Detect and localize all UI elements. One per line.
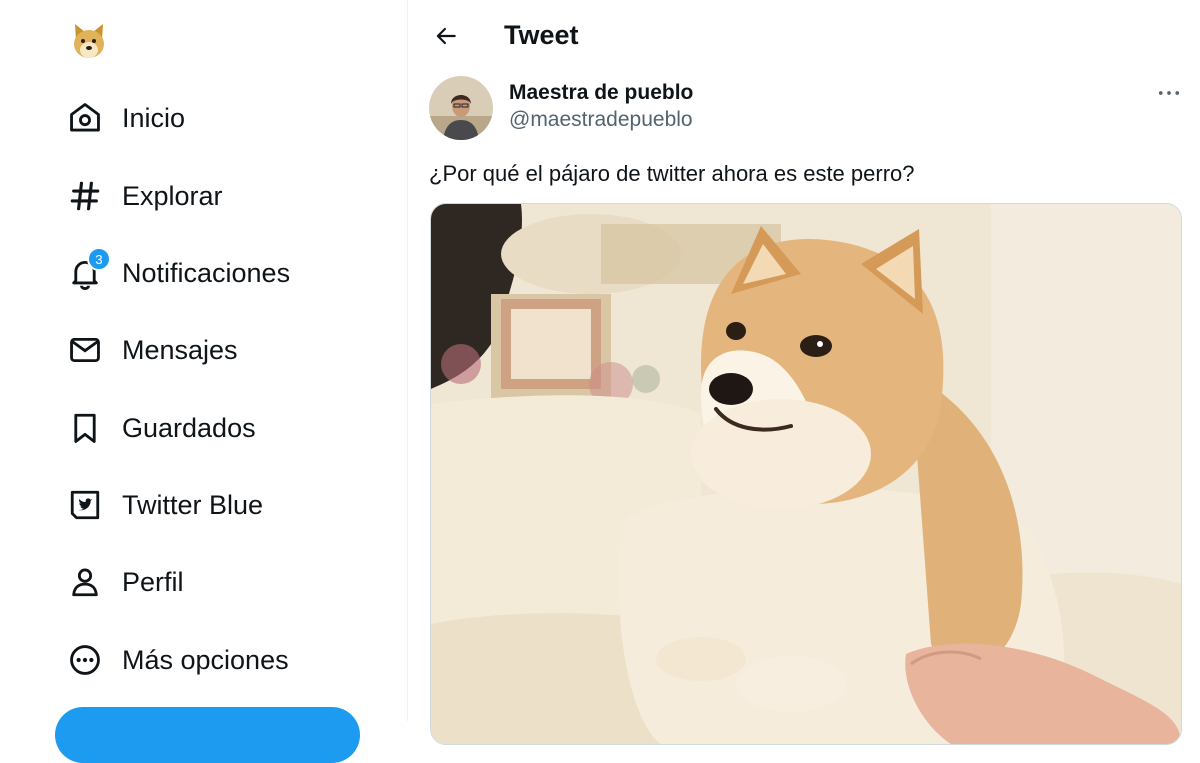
sidebar: Inicio Explorar 3 Notificaciones Mensaje… [0, 0, 407, 763]
author-handle[interactable]: @maestradepueblo [509, 108, 693, 132]
notification-badge: 3 [87, 247, 111, 271]
sidebar-item-label: Explorar [122, 180, 223, 211]
tweet-detail: Tweet Maestra de pueblo @maestradepueblo… [408, 0, 1200, 745]
sidebar-item-label: Inicio [122, 102, 186, 133]
sidebar-item-mas-opciones[interactable]: Más opciones [60, 632, 289, 688]
twitter-blue-icon [60, 485, 112, 525]
sidebar-item-label: Notificaciones [122, 257, 291, 288]
sidebar-item-mensajes[interactable]: Mensajes [60, 322, 238, 378]
shiba-inu-photo [431, 204, 1181, 744]
bell-icon: 3 [60, 247, 112, 293]
sidebar-item-twitter-blue[interactable]: Twitter Blue [60, 477, 263, 533]
sidebar-item-guardados[interactable]: Guardados [60, 400, 256, 456]
sidebar-item-label: Mensajes [122, 334, 238, 365]
avatar[interactable] [429, 76, 493, 140]
sidebar-item-label: Guardados [122, 412, 256, 443]
more-options-button[interactable] [1153, 78, 1185, 108]
sidebar-item-explorar[interactable]: Explorar [60, 168, 223, 224]
more-dots-icon [1158, 84, 1180, 102]
back-button[interactable] [426, 18, 466, 58]
page-title: Tweet [504, 20, 579, 50]
sidebar-item-label: Más opciones [122, 644, 289, 675]
home-icon [60, 98, 112, 138]
compose-tweet-button[interactable] [55, 707, 360, 763]
author-name[interactable]: Maestra de pueblo [509, 81, 693, 105]
envelope-icon [60, 330, 112, 370]
sidebar-item-notificaciones[interactable]: 3 Notificaciones [60, 245, 290, 301]
sidebar-item-label: Perfil [122, 566, 184, 597]
arrow-left-icon [433, 23, 459, 54]
person-icon [60, 562, 112, 602]
sidebar-item-inicio[interactable]: Inicio [60, 90, 185, 146]
tweet-media-image[interactable] [430, 203, 1182, 745]
bookmark-icon [60, 408, 112, 448]
sidebar-item-perfil[interactable]: Perfil [60, 554, 184, 610]
tweet-text: ¿Por qué el pájaro de twitter ahora es e… [429, 161, 915, 186]
more-circle-icon [60, 640, 112, 680]
doge-logo-icon[interactable] [70, 20, 108, 60]
hashtag-icon [60, 176, 112, 216]
sidebar-item-label: Twitter Blue [122, 489, 264, 520]
